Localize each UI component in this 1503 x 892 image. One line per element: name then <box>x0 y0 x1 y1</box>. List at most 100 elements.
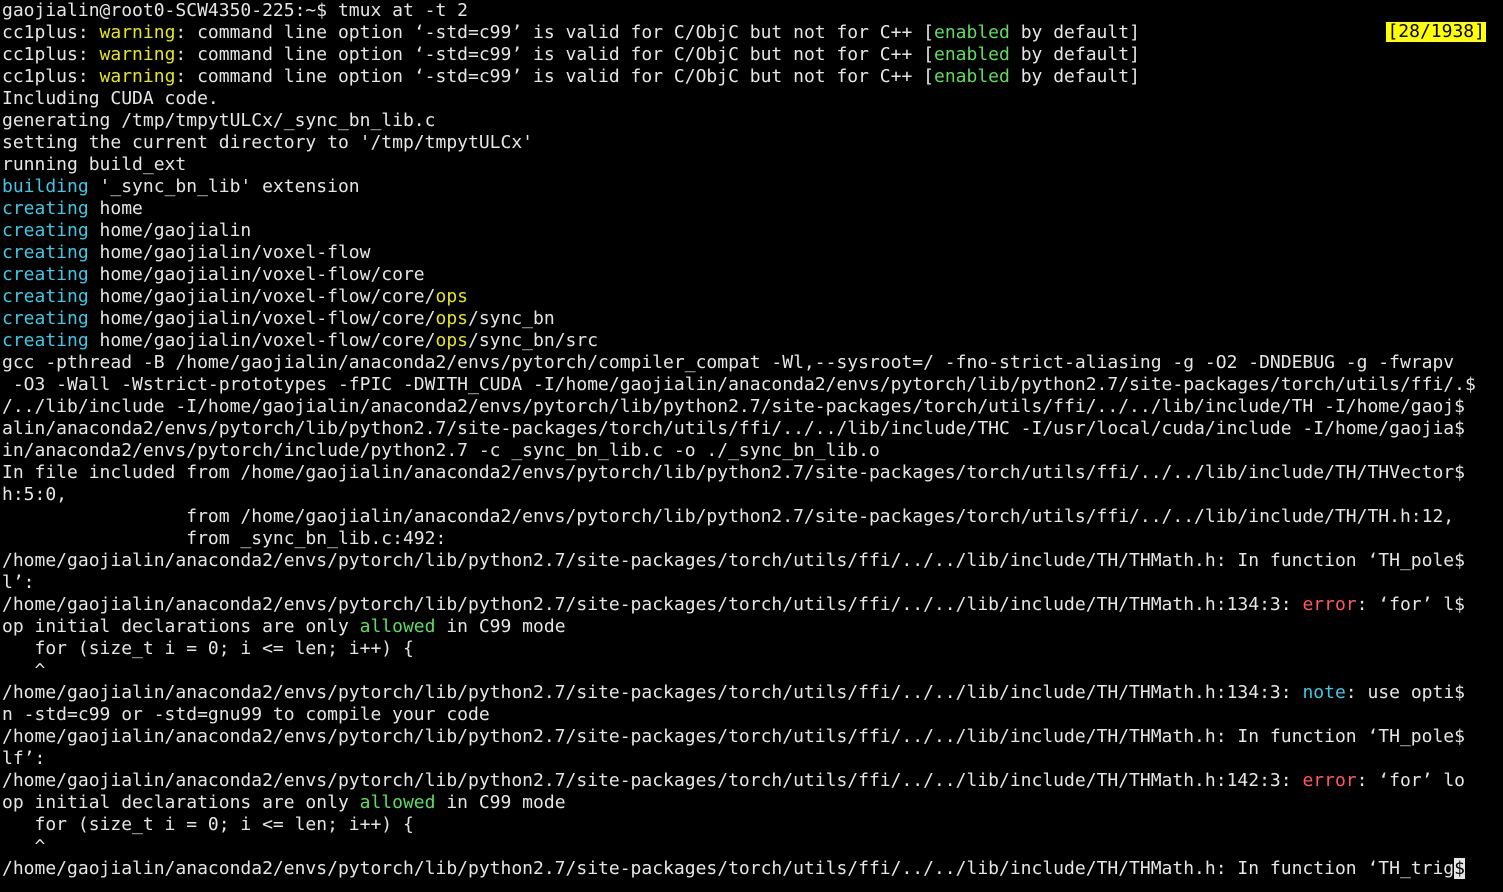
terminal-text-segment: home/gaojialin <box>88 220 252 241</box>
terminal-text-segment: alin/anaconda2/envs/pytorch/lib/python2.… <box>2 418 1465 439</box>
terminal-line: creating home/gaojialin/voxel-flow <box>2 242 1503 264</box>
terminal-text-segment: : command line option ‘-std=c99’ is vali… <box>175 44 934 65</box>
terminal-line: /home/gaojialin/anaconda2/envs/pytorch/l… <box>2 726 1503 748</box>
terminal-text-segment: note <box>1302 682 1346 703</box>
terminal-line: In file included from /home/gaojialin/an… <box>2 462 1503 484</box>
terminal-text-segment: ^ <box>2 660 46 681</box>
terminal-line: for (size_t i = 0; i <= len; i++) { <box>2 638 1503 660</box>
terminal-line: ^ <box>2 836 1503 858</box>
terminal-text-segment: l’: <box>2 572 35 593</box>
terminal-text-segment: ops <box>435 330 468 351</box>
terminal-text-segment: setting the current directory to '/tmp/t… <box>2 132 534 153</box>
terminal-text-segment: : ‘for’ lo <box>1356 770 1465 791</box>
terminal-line: in/anaconda2/envs/pytorch/include/python… <box>2 440 1503 462</box>
terminal-text-segment: : ‘for’ l$ <box>1356 594 1465 615</box>
terminal-text-segment: by default] <box>1009 44 1140 65</box>
terminal-line: l’: <box>2 572 1503 594</box>
terminal-text-segment: creating <box>2 242 89 263</box>
terminal-text-segment: /home/gaojialin/anaconda2/envs/pytorch/l… <box>2 858 1455 879</box>
terminal-line: from /home/gaojialin/anaconda2/envs/pyto… <box>2 506 1503 528</box>
terminal-text-segment: in/anaconda2/envs/pytorch/include/python… <box>2 440 880 461</box>
terminal-text-segment: enabled <box>934 66 1010 87</box>
terminal-text-segment: warning <box>99 66 176 87</box>
terminal-text-segment: building <box>2 176 89 197</box>
terminal-text-segment: by default] <box>1009 66 1140 87</box>
terminal-line: generating /tmp/tmpytULCx/_sync_bn_lib.c <box>2 110 1503 132</box>
terminal-text-segment: for (size_t i = 0; i <= len; i++) { <box>2 638 414 659</box>
terminal-text-segment: /sync_bn <box>468 308 555 329</box>
terminal-text-segment: : command line option ‘-std=c99’ is vali… <box>175 22 934 43</box>
terminal-line: creating home/gaojialin/voxel-flow/core/… <box>2 308 1503 330</box>
terminal-line: -O3 -Wall -Wstrict-prototypes -fPIC -DWI… <box>2 374 1503 396</box>
terminal-text-segment: home/gaojialin/voxel-flow/core/ <box>88 308 436 329</box>
scroll-position-indicator: [28/1938] <box>1386 21 1486 42</box>
terminal-text-segment: /home/gaojialin/anaconda2/envs/pytorch/l… <box>2 770 1303 791</box>
terminal-text-segment: lf’: <box>2 748 46 769</box>
terminal-text-segment: home <box>88 198 143 219</box>
terminal-line: op initial declarations are only allowed… <box>2 616 1503 638</box>
terminal-text-segment: gaojialin@root0-SCW4350-225:~$ tmux at -… <box>2 0 468 21</box>
terminal-text-segment: creating <box>2 286 89 307</box>
terminal-text-segment: op initial declarations are only <box>2 616 360 637</box>
terminal-text-segment: In file included from /home/gaojialin/an… <box>2 462 1465 483</box>
terminal-text-segment: ops <box>435 286 468 307</box>
terminal-line: gaojialin@root0-SCW4350-225:~$ tmux at -… <box>2 0 1503 22</box>
terminal-text-segment: in C99 mode <box>435 616 566 637</box>
terminal-text-segment: home/gaojialin/voxel-flow/core <box>88 264 425 285</box>
terminal-line: from _sync_bn_lib.c:492: <box>2 528 1503 550</box>
terminal-text-segment: enabled <box>934 22 1010 43</box>
terminal-text-segment: error <box>1302 594 1357 615</box>
terminal-line: cc1plus: warning: command line option ‘-… <box>2 44 1503 66</box>
terminal-text-segment: : use opti$ <box>1345 682 1466 703</box>
terminal-text-segment: for (size_t i = 0; i <= len; i++) { <box>2 814 414 835</box>
terminal-text-segment: running build_ext <box>2 154 187 175</box>
terminal-text-segment: /home/gaojialin/anaconda2/envs/pytorch/l… <box>2 594 1303 615</box>
terminal-line: Including CUDA code. <box>2 88 1503 110</box>
terminal-output[interactable]: gaojialin@root0-SCW4350-225:~$ tmux at -… <box>2 0 1503 892</box>
terminal-line: running build_ext <box>2 154 1503 176</box>
terminal-text-segment: allowed <box>359 792 436 813</box>
terminal-text-segment: /../lib/include -I/home/gaojialin/anacon… <box>2 396 1465 417</box>
terminal-text-segment: warning <box>99 22 176 43</box>
terminal-text-segment: creating <box>2 198 89 219</box>
terminal-text-segment: n -std=c99 or -std=gnu99 to compile your… <box>2 704 490 725</box>
terminal-text-segment: /home/gaojialin/anaconda2/envs/pytorch/l… <box>2 726 1465 747</box>
terminal-line: n -std=c99 or -std=gnu99 to compile your… <box>2 704 1503 726</box>
terminal-line: h:5:0, <box>2 484 1503 506</box>
terminal-text-segment: gcc -pthread -B /home/gaojialin/anaconda… <box>2 352 1455 373</box>
terminal-line: alin/anaconda2/envs/pytorch/lib/python2.… <box>2 418 1503 440</box>
terminal-text-segment: enabled <box>934 44 1010 65</box>
terminal-text-segment: home/gaojialin/voxel-flow <box>88 242 371 263</box>
terminal-line: /home/gaojialin/anaconda2/envs/pytorch/l… <box>2 770 1503 792</box>
terminal-text-segment: -O3 -Wall -Wstrict-prototypes -fPIC -DWI… <box>2 374 1476 395</box>
terminal-line: building '_sync_bn_lib' extension <box>2 176 1503 198</box>
terminal-line: /home/gaojialin/anaconda2/envs/pytorch/l… <box>2 682 1503 704</box>
terminal-text-segment: ^ <box>2 836 46 857</box>
terminal-text-segment: creating <box>2 220 89 241</box>
terminal-text-segment: in C99 mode <box>435 792 566 813</box>
terminal-line: creating home/gaojialin <box>2 220 1503 242</box>
terminal-text-segment: creating <box>2 308 89 329</box>
terminal-text-segment: h:5:0, <box>2 484 68 505</box>
terminal-line: creating home/gaojialin/voxel-flow/core/… <box>2 330 1503 352</box>
terminal-text-segment: home/gaojialin/voxel-flow/core/ <box>88 286 436 307</box>
terminal-text-segment: creating <box>2 264 89 285</box>
terminal-text-segment: /sync_bn/src <box>468 330 599 351</box>
terminal-text-segment: generating /tmp/tmpytULCx/_sync_bn_lib.c <box>2 110 436 131</box>
terminal-text-segment: : command line option ‘-std=c99’ is vali… <box>175 66 934 87</box>
terminal-line: creating home <box>2 198 1503 220</box>
terminal-text-segment: by default] <box>1009 22 1140 43</box>
terminal-text-segment: from /home/gaojialin/anaconda2/envs/pyto… <box>2 506 1455 527</box>
terminal-line: /../lib/include -I/home/gaojialin/anacon… <box>2 396 1503 418</box>
terminal-line: cc1plus: warning: command line option ‘-… <box>2 66 1503 88</box>
terminal-text-segment: '_sync_bn_lib' extension <box>88 176 360 197</box>
terminal-line: op initial declarations are only allowed… <box>2 792 1503 814</box>
terminal-line: gcc -pthread -B /home/gaojialin/anaconda… <box>2 352 1503 374</box>
terminal-text-segment: creating <box>2 330 89 351</box>
terminal-text-segment: Including CUDA code. <box>2 88 219 109</box>
terminal-text-segment: home/gaojialin/voxel-flow/core/ <box>88 330 436 351</box>
text-cursor: $ <box>1454 858 1465 879</box>
terminal-line: for (size_t i = 0; i <= len; i++) { <box>2 814 1503 836</box>
terminal-line: ^ <box>2 660 1503 682</box>
terminal-text-segment: from _sync_bn_lib.c:492: <box>2 528 447 549</box>
